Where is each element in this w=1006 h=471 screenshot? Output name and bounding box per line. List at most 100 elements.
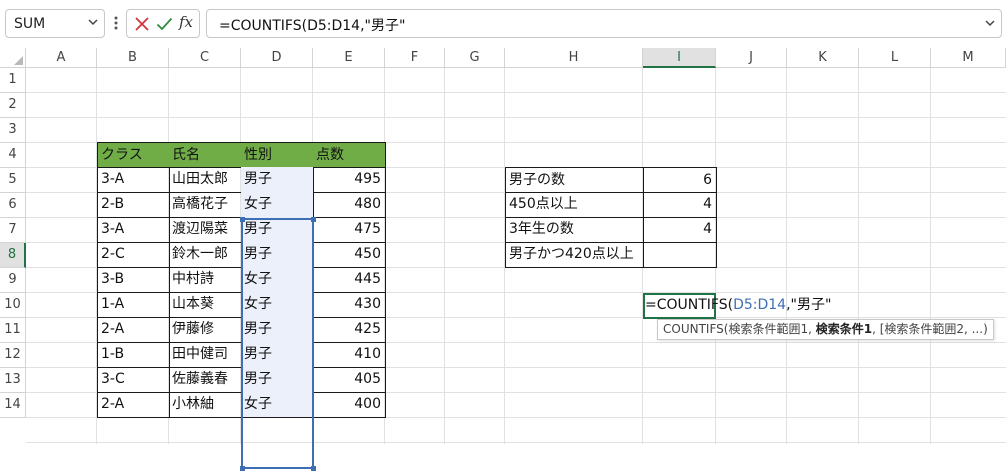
summary-label[interactable]: 450点以上 — [505, 192, 644, 218]
row-header-9[interactable]: 9 — [0, 268, 26, 293]
table-cell[interactable]: 3-A — [97, 217, 170, 243]
column-header-k[interactable]: K — [787, 48, 859, 68]
table-cell[interactable]: 480 — [313, 192, 386, 218]
table-cell[interactable]: 女子 — [241, 267, 314, 293]
select-all-corner[interactable] — [0, 48, 26, 68]
expand-formula-bar-icon[interactable] — [983, 16, 997, 30]
gridline-vertical — [930, 68, 931, 444]
table-cell[interactable]: 430 — [313, 292, 386, 318]
summary-label[interactable]: 男子かつ420点以上 — [505, 242, 644, 268]
row-header-10[interactable]: 10 — [0, 293, 26, 318]
table-header-cell[interactable]: 点数 — [313, 142, 386, 168]
table-cell[interactable]: 女子 — [241, 192, 314, 218]
column-header-i[interactable]: I — [643, 48, 716, 68]
table-cell[interactable]: 鈴木一郎 — [169, 242, 242, 268]
table-cell[interactable]: 伊藤修 — [169, 317, 242, 343]
table-cell[interactable]: 3-A — [97, 167, 170, 193]
row-header-11[interactable]: 11 — [0, 318, 26, 343]
table-cell[interactable]: 2-B — [97, 192, 170, 218]
name-box[interactable]: SUM — [5, 9, 105, 38]
column-header-b[interactable]: B — [97, 48, 169, 68]
table-header-cell[interactable]: 性別 — [241, 142, 314, 168]
summary-value[interactable]: 4 — [643, 217, 717, 243]
table-header-cell[interactable]: クラス — [97, 142, 170, 168]
table-cell[interactable]: 2-C — [97, 242, 170, 268]
table-cell[interactable]: 山田太郎 — [169, 167, 242, 193]
column-header-c[interactable]: C — [169, 48, 241, 68]
column-header-j[interactable]: J — [716, 48, 787, 68]
column-header-l[interactable]: L — [859, 48, 931, 68]
row-header-4[interactable]: 4 — [0, 143, 26, 168]
table-cell[interactable]: 445 — [313, 267, 386, 293]
row-header-12[interactable]: 12 — [0, 343, 26, 368]
table-cell[interactable]: 475 — [313, 217, 386, 243]
table-cell[interactable]: 男子 — [241, 367, 314, 393]
column-header-h[interactable]: H — [505, 48, 643, 68]
range-handle[interactable] — [240, 466, 245, 471]
table-cell[interactable]: 山本葵 — [169, 292, 242, 318]
summary-value[interactable]: 6 — [643, 167, 717, 193]
table-cell[interactable]: 佐藤義春 — [169, 367, 242, 393]
table-cell[interactable]: 男子 — [241, 242, 314, 268]
tooltip-rest[interactable]: , [検索条件範囲2, ...) — [872, 322, 988, 336]
gridline-vertical — [444, 68, 445, 444]
table-cell[interactable]: 男子 — [241, 167, 314, 193]
table-cell[interactable]: 男子 — [241, 217, 314, 243]
summary-value[interactable] — [643, 242, 717, 268]
summary-label[interactable]: 男子の数 — [505, 167, 644, 193]
table-cell[interactable]: 2-A — [97, 392, 170, 418]
column-header-m[interactable]: M — [931, 48, 1006, 68]
table-cell[interactable]: 男子 — [241, 342, 314, 368]
range-handle[interactable] — [311, 466, 316, 471]
table-cell[interactable]: 1-A — [97, 292, 170, 318]
tooltip-func[interactable]: COUNTIFS(検索条件範囲1, — [663, 322, 816, 336]
table-cell[interactable]: 425 — [313, 317, 386, 343]
table-cell[interactable]: 3-C — [97, 367, 170, 393]
row-header-1[interactable]: 1 — [0, 68, 26, 93]
table-cell[interactable]: 小林紬 — [169, 392, 242, 418]
column-header-f[interactable]: F — [385, 48, 445, 68]
row-header-6[interactable]: 6 — [0, 193, 26, 218]
row-header-2[interactable]: 2 — [0, 93, 26, 118]
function-argument-tooltip[interactable]: COUNTIFS(検索条件範囲1, 検索条件1, [検索条件範囲2, ...) — [657, 319, 994, 340]
formula-buttons: fx — [126, 9, 200, 38]
table-cell[interactable]: 400 — [313, 392, 386, 418]
worksheet-grid[interactable]: A B C D E F G H I J K L M 1 2 3 4 5 6 7 8 9 10 11 12 13 14 クラス 氏名 性別点… — [0, 48, 1006, 471]
table-cell[interactable]: 田中健司 — [169, 342, 242, 368]
table-cell[interactable]: 女子 — [241, 292, 314, 318]
column-header-a[interactable]: A — [26, 48, 97, 68]
summary-label[interactable]: 3年生の数 — [505, 217, 644, 243]
column-header-e[interactable]: E — [313, 48, 385, 68]
table-cell[interactable]: 中村詩 — [169, 267, 242, 293]
table-cell[interactable]: 男子 — [241, 317, 314, 343]
column-header-g[interactable]: G — [445, 48, 505, 68]
in-cell-formula[interactable]: =COUNTIFS(D5:D14,"男子" — [645, 293, 831, 318]
cancel-icon[interactable] — [134, 16, 150, 32]
more-options-icon[interactable] — [112, 12, 120, 34]
table-header-cell[interactable]: 氏名 — [169, 142, 242, 168]
enter-check-icon[interactable] — [156, 16, 173, 32]
row-header-13[interactable]: 13 — [0, 368, 26, 393]
table-cell[interactable]: 410 — [313, 342, 386, 368]
table-cell[interactable]: 2-A — [97, 317, 170, 343]
row-header-5[interactable]: 5 — [0, 168, 26, 193]
table-cell[interactable]: 450 — [313, 242, 386, 268]
table-cell[interactable]: 渡辺陽菜 — [169, 217, 242, 243]
table-cell[interactable]: 1-B — [97, 342, 170, 368]
chevron-down-icon[interactable] — [86, 15, 100, 29]
table-cell[interactable]: 女子 — [241, 392, 314, 418]
table-cell[interactable]: 405 — [313, 367, 386, 393]
insert-function-icon[interactable]: fx — [179, 13, 193, 31]
row-header-8[interactable]: 8 — [0, 243, 26, 268]
column-header-d[interactable]: D — [241, 48, 313, 68]
formula-input[interactable]: =COUNTIFS(D5:D14,"男子" — [206, 9, 1002, 38]
tooltip-current-arg[interactable]: 検索条件1 — [816, 322, 872, 336]
row-header-14[interactable]: 14 — [0, 393, 26, 418]
summary-value[interactable]: 4 — [643, 192, 717, 218]
table-cell[interactable]: 高橋花子 — [169, 192, 242, 218]
row-header-3[interactable]: 3 — [0, 118, 26, 143]
row-header-7[interactable]: 7 — [0, 218, 26, 243]
table-cell[interactable]: 3-B — [97, 267, 170, 293]
formula-prefix: =COUNTIFS( — [645, 297, 734, 313]
table-cell[interactable]: 495 — [313, 167, 386, 193]
